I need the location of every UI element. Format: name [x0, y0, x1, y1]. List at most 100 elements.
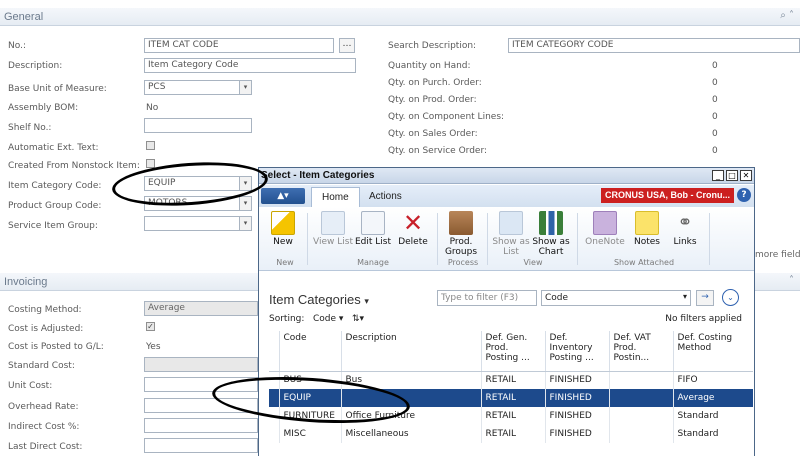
- help-icon[interactable]: ?: [737, 188, 751, 202]
- chevron-down-icon[interactable]: ▾: [364, 296, 369, 306]
- filter-input[interactable]: Type to filter (F3): [437, 290, 537, 306]
- app-menu-button[interactable]: ▲▾: [261, 188, 305, 204]
- show-as-list-label: Show as List: [492, 237, 530, 257]
- onenote-icon: [593, 211, 617, 235]
- close-icon[interactable]: ✕: [740, 170, 752, 181]
- new-button[interactable]: New: [263, 211, 303, 247]
- col-inventory-posting[interactable]: Def. Inventory Posting ...: [544, 331, 609, 372]
- cell-costing-method[interactable]: Average: [672, 389, 753, 407]
- shelf-no-field[interactable]: [144, 118, 252, 133]
- apply-filter-button[interactable]: →: [696, 290, 714, 306]
- chevron-down-icon[interactable]: ▾: [239, 217, 251, 230]
- sort-order-icon[interactable]: ⇅▾: [352, 314, 364, 324]
- cost-adjusted-label: Cost is Adjusted:: [8, 324, 84, 334]
- cell-inventory-posting[interactable]: FINISHED: [544, 371, 609, 389]
- prod-groups-button[interactable]: Prod. Groups: [441, 211, 481, 257]
- cell-vat-prod-posting[interactable]: [608, 371, 673, 389]
- company-badge[interactable]: CRONUS USA, Bob - Cronu...: [601, 188, 734, 203]
- cell-gen-prod-posting[interactable]: RETAIL: [480, 407, 545, 425]
- tab-actions[interactable]: Actions: [359, 187, 412, 207]
- group-process: Process: [447, 258, 479, 267]
- onenote-button[interactable]: OneNote: [585, 211, 625, 247]
- cell-vat-prod-posting[interactable]: [608, 425, 673, 443]
- cell-gen-prod-posting[interactable]: RETAIL: [480, 425, 545, 443]
- cell-gen-prod-posting[interactable]: RETAIL: [480, 371, 545, 389]
- more-fields-link[interactable]: more fields: [755, 250, 800, 260]
- expand-filter-icon[interactable]: ⌄: [722, 289, 739, 306]
- col-description[interactable]: Description: [340, 331, 481, 372]
- product-group-label: Product Group Code:: [8, 201, 102, 211]
- edit-list-button[interactable]: Edit List: [353, 211, 393, 247]
- cell-costing-method[interactable]: Standard: [672, 407, 753, 425]
- chart-icon: [539, 211, 563, 235]
- show-as-chart-button[interactable]: Show as Chart: [531, 211, 571, 257]
- search-desc-field[interactable]: ITEM CATEGORY CODE: [508, 38, 800, 53]
- cell-inventory-posting[interactable]: FINISHED: [544, 425, 609, 443]
- minimize-icon[interactable]: _: [712, 170, 724, 181]
- qty-sales-value[interactable]: 0: [712, 129, 718, 139]
- links-button[interactable]: ⚭ Links: [665, 211, 705, 247]
- qty-on-hand-label: Quantity on Hand:: [388, 61, 471, 71]
- table-row[interactable]: MISC Miscellaneous RETAIL FINISHED Stand…: [269, 425, 753, 443]
- search-icon[interactable]: ⌕ ˄: [780, 10, 794, 21]
- edit-list-icon: [361, 211, 385, 235]
- filter-field-value: Code: [545, 293, 569, 303]
- no-field[interactable]: ITEM CAT CODE: [144, 38, 334, 53]
- qty-prod-value[interactable]: 0: [712, 95, 718, 105]
- onenote-label: OneNote: [585, 237, 625, 247]
- notes-button[interactable]: Notes: [627, 211, 667, 247]
- cell-gen-prod-posting[interactable]: RETAIL: [480, 389, 545, 407]
- qty-comp-value[interactable]: 0: [712, 112, 718, 122]
- col-code[interactable]: Code: [278, 331, 341, 372]
- delete-icon: ✕: [402, 209, 424, 237]
- prod-groups-label: Prod. Groups: [444, 237, 478, 257]
- cell-costing-method[interactable]: Standard: [672, 425, 753, 443]
- qty-service-value[interactable]: 0: [712, 146, 718, 156]
- show-as-list-button[interactable]: Show as List: [491, 211, 531, 257]
- indirect-cost-label: Indirect Cost %:: [8, 422, 80, 432]
- cell-inventory-posting[interactable]: FINISHED: [544, 407, 609, 425]
- dialog-titlebar[interactable]: Select - Item Categories _ □ ✕: [259, 168, 754, 184]
- qty-service-label: Qty. on Service Order:: [388, 146, 488, 156]
- standard-cost-field[interactable]: [144, 357, 258, 372]
- service-item-group-field[interactable]: ▾: [144, 216, 252, 231]
- auto-ext-text-label: Automatic Ext. Text:: [8, 143, 99, 153]
- cell-description[interactable]: Miscellaneous: [340, 425, 481, 443]
- auto-ext-text-checkbox[interactable]: [146, 141, 155, 150]
- qty-on-hand-value[interactable]: 0: [712, 61, 718, 71]
- cell-inventory-posting[interactable]: FINISHED: [544, 389, 609, 407]
- view-list-button[interactable]: View List: [313, 211, 353, 247]
- cost-adjusted-checkbox[interactable]: ✓: [146, 322, 155, 331]
- ribbon-tabs: ▲▾ Home Actions CRONUS USA, Bob - Cronu.…: [259, 185, 754, 207]
- cell-vat-prod-posting[interactable]: [608, 389, 673, 407]
- base-uom-field[interactable]: PCS ▾: [144, 80, 252, 95]
- costing-method-field[interactable]: Average: [144, 301, 258, 316]
- cell-costing-method[interactable]: FIFO: [672, 371, 753, 389]
- sorting-value[interactable]: Code: [313, 314, 336, 324]
- standard-cost-label: Standard Cost:: [8, 361, 75, 371]
- no-assist-button[interactable]: …: [339, 38, 355, 53]
- cell-vat-prod-posting[interactable]: [608, 407, 673, 425]
- indirect-cost-field[interactable]: [144, 418, 258, 433]
- chevron-down-icon: ▾: [682, 292, 687, 301]
- chevron-down-icon[interactable]: ▾: [239, 197, 251, 210]
- chevron-up-icon[interactable]: ˄: [789, 275, 794, 286]
- tab-home[interactable]: Home: [311, 187, 360, 207]
- notes-label: Notes: [634, 237, 660, 247]
- chevron-down-icon[interactable]: ▾: [239, 81, 251, 94]
- col-vat-prod-posting[interactable]: Def. VAT Prod. Postin...: [608, 331, 673, 372]
- sorting-label: Sorting:: [269, 314, 305, 324]
- description-field[interactable]: Item Category Code: [144, 58, 356, 73]
- list-title[interactable]: Item Categories ▾: [269, 292, 369, 307]
- sorting-control[interactable]: Sorting: Code ▾ ⇅▾: [269, 314, 364, 324]
- last-direct-cost-field[interactable]: [144, 438, 258, 453]
- qty-purch-value[interactable]: 0: [712, 78, 718, 88]
- general-section-header[interactable]: General ⌕ ˄: [0, 8, 800, 26]
- cell-code[interactable]: MISC: [278, 425, 341, 443]
- maximize-icon[interactable]: □: [726, 170, 738, 181]
- col-gen-prod-posting[interactable]: Def. Gen. Prod. Posting ...: [480, 331, 545, 372]
- no-filters-status: No filters applied: [665, 314, 742, 324]
- delete-button[interactable]: ✕ Delete: [393, 211, 433, 247]
- col-costing-method[interactable]: Def. Costing Method: [672, 331, 753, 372]
- filter-field-select[interactable]: Code ▾: [541, 290, 691, 306]
